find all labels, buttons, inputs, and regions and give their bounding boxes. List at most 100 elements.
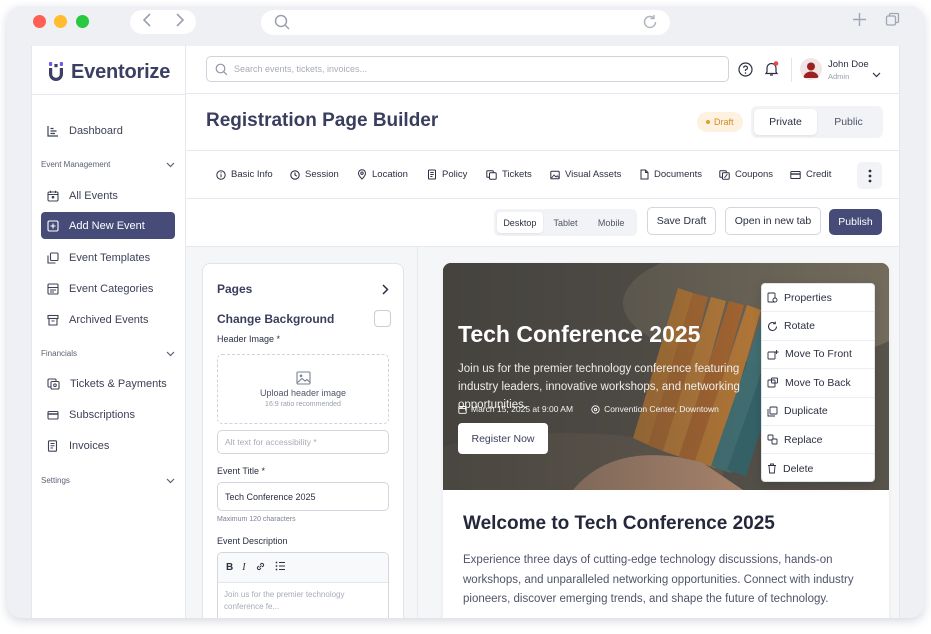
chevron-right-icon: [382, 283, 389, 295]
info-icon: [216, 169, 226, 180]
sidebar-item-label: Subscriptions: [69, 408, 136, 421]
menu-item-duplicate[interactable]: Duplicate: [762, 398, 874, 426]
tab-overview-icon[interactable]: [885, 12, 900, 32]
rich-text-toolbar: B I: [218, 553, 388, 583]
preview-body-text[interactable]: Experience three days of cutting-edge te…: [463, 551, 873, 610]
chevron-down-icon[interactable]: [872, 65, 881, 83]
visibility-toggle: Private Public: [751, 106, 883, 138]
device-toggle: Desktop Tablet Mobile: [494, 209, 637, 236]
sidebar-item-event-categories[interactable]: Event Categories: [41, 275, 175, 302]
device-desktop-option[interactable]: Desktop: [497, 212, 543, 233]
app-logo[interactable]: Eventorize: [47, 60, 170, 84]
tab-coupons[interactable]: Coupons: [719, 169, 773, 180]
help-icon[interactable]: [738, 62, 753, 82]
calendar-icon: [47, 190, 59, 202]
menu-item-label: Move To Front: [785, 348, 852, 361]
replace-icon: [767, 434, 778, 445]
location-pin-icon: [591, 404, 600, 414]
event-title-input[interactable]: [217, 482, 389, 511]
sidebar-divider: [32, 94, 186, 95]
avatar[interactable]: [800, 58, 822, 80]
publish-button[interactable]: Publish: [829, 209, 882, 235]
notification-bell-icon[interactable]: [764, 61, 779, 82]
clock-icon: [290, 169, 300, 180]
bold-icon[interactable]: B: [226, 562, 233, 573]
menu-item-move-to-front[interactable]: Move To Front: [762, 341, 874, 370]
page-title: Registration Page Builder: [206, 110, 439, 131]
save-draft-button[interactable]: Save Draft: [647, 207, 716, 235]
tab-label: Policy: [442, 169, 468, 180]
change-background-checkbox[interactable]: [374, 310, 391, 327]
device-mobile-option[interactable]: Mobile: [588, 212, 634, 233]
rotate-icon: [768, 321, 778, 331]
header-image-upload[interactable]: Upload header image 16:9 ratio recommend…: [217, 354, 389, 424]
device-tablet-option[interactable]: Tablet: [543, 212, 589, 233]
minimize-window-button[interactable]: [54, 15, 67, 28]
menu-item-move-to-back[interactable]: Move To Back: [762, 369, 874, 398]
tab-location[interactable]: Location: [357, 169, 408, 180]
open-new-tab-button[interactable]: Open in new tab: [725, 207, 821, 235]
back-icon[interactable]: [142, 12, 152, 32]
pages-row[interactable]: Pages: [217, 282, 389, 296]
close-window-button[interactable]: [33, 15, 46, 28]
menu-item-delete[interactable]: Delete: [762, 454, 874, 482]
sidebar-item-subscriptions[interactable]: Subscriptions: [41, 401, 175, 428]
tab-credit[interactable]: Credit: [790, 169, 831, 180]
sidebar-item-all-events[interactable]: All Events: [41, 182, 175, 209]
search-input[interactable]: [234, 64, 714, 74]
tab-label: Tickets: [502, 169, 532, 180]
sidebar-item-add-new-event[interactable]: Add New Event: [41, 212, 175, 239]
page-header: Registration Page Builder Draft Private …: [186, 94, 899, 150]
description-text[interactable]: Join us for the premier technology confe…: [218, 583, 388, 618]
tab-basic-info[interactable]: Basic Info: [216, 169, 273, 180]
status-label: Draft: [714, 117, 734, 127]
chevron-down-icon: [166, 162, 175, 167]
sidebar-item-event-templates[interactable]: Event Templates: [41, 244, 175, 271]
sidebar-section-event-management[interactable]: Event Management: [41, 160, 175, 169]
send-to-back-icon: [767, 377, 778, 388]
register-now-button[interactable]: Register Now: [458, 423, 548, 454]
credit-card-icon: [790, 170, 801, 179]
address-bar[interactable]: [261, 10, 670, 35]
menu-item-label: Move To Back: [785, 376, 851, 389]
tab-visual-assets[interactable]: Visual Assets: [550, 169, 621, 180]
visibility-public-option[interactable]: Public: [817, 109, 880, 135]
status-dot: [706, 120, 710, 124]
welcome-heading[interactable]: Welcome to Tech Conference 2025: [463, 513, 775, 535]
italic-icon[interactable]: I: [242, 562, 245, 573]
sidebar-item-label: Dashboard: [69, 124, 123, 137]
link-icon[interactable]: [255, 561, 266, 575]
tab-tickets[interactable]: Tickets: [486, 169, 532, 180]
maximize-window-button[interactable]: [76, 15, 89, 28]
menu-item-properties[interactable]: Properties: [762, 284, 874, 313]
forward-icon[interactable]: [175, 12, 185, 32]
new-tab-icon[interactable]: [852, 12, 867, 32]
sidebar-item-archived-events[interactable]: Archived Events: [41, 306, 175, 333]
sidebar-item-dashboard[interactable]: Dashboard: [41, 117, 175, 144]
alt-text-input[interactable]: [217, 430, 389, 454]
menu-item-label: Properties: [784, 291, 832, 304]
sidebar-item-tickets-payments[interactable]: Tickets & Payments: [41, 370, 175, 397]
search-icon: [215, 63, 228, 75]
app-window: Eventorize Dashboard Event Management Al…: [31, 46, 900, 618]
bullet-list-icon[interactable]: [275, 561, 286, 574]
sidebar-section-settings[interactable]: Settings: [41, 476, 175, 485]
archive-icon: [47, 314, 59, 326]
user-name[interactable]: John Doe: [828, 59, 869, 70]
sidebar: Eventorize Dashboard Event Management Al…: [32, 46, 186, 618]
chart-icon: [47, 125, 58, 137]
topbar-divider: [791, 58, 792, 82]
list-box-icon: [47, 282, 59, 295]
tab-session[interactable]: Session: [290, 169, 339, 180]
menu-item-rotate[interactable]: Rotate: [762, 312, 874, 341]
sidebar-section-financials[interactable]: Financials: [41, 349, 175, 358]
tab-policy[interactable]: Policy: [427, 169, 467, 180]
more-options-button[interactable]: [857, 162, 882, 189]
menu-item-replace[interactable]: Replace: [762, 426, 874, 455]
sidebar-item-invoices[interactable]: Invoices: [41, 432, 175, 459]
visibility-private-option[interactable]: Private: [754, 109, 817, 135]
reload-icon[interactable]: [642, 14, 658, 35]
top-bar: John Doe Admin: [186, 46, 899, 94]
section-tabs: Basic Info Session Location Policy Ticke…: [186, 150, 899, 199]
tab-documents[interactable]: Documents: [640, 169, 702, 180]
